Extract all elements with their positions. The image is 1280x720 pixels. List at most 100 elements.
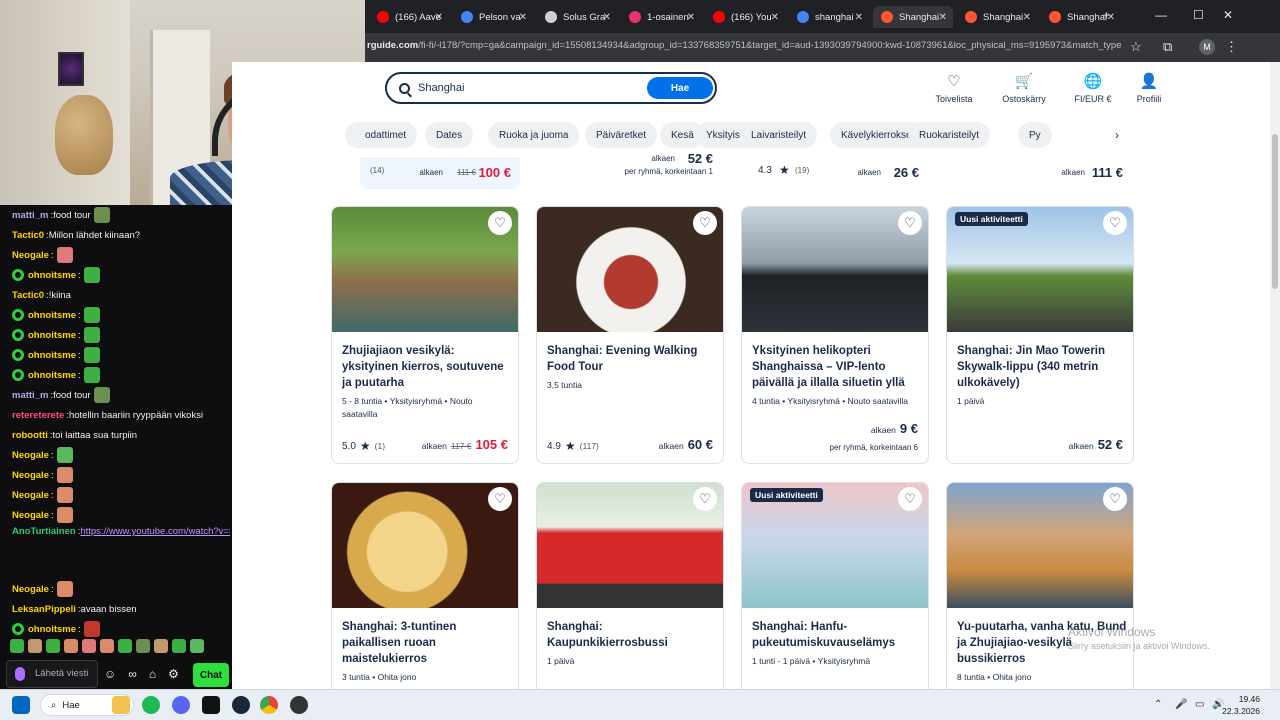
microphone-icon[interactable]: 🎤 <box>1175 699 1187 710</box>
search-button[interactable]: Hae <box>647 77 713 99</box>
emote-icon[interactable] <box>136 639 150 653</box>
nav-cart[interactable]: 🛒 Ostoskärry <box>995 74 1053 105</box>
taskbar-clock[interactable]: 19.46 22.3.2026 <box>1222 693 1260 717</box>
browser-tab[interactable]: shanghai ✕ <box>789 6 869 28</box>
activity-title[interactable]: Zhujiajiaon vesikylä: yksityinen kierros… <box>342 343 512 391</box>
chat-username[interactable]: ohnoitsme <box>28 350 76 361</box>
emote-bar[interactable] <box>10 639 204 653</box>
emote-icon[interactable] <box>46 639 60 653</box>
chat-input[interactable]: Lähetä viesti <box>6 660 98 688</box>
activity-card[interactable]: ♡ Yksityinen helikopteri Shanghaissa – VI… <box>741 206 929 464</box>
activity-card[interactable]: ♡ Shanghai: Kaupunkikierrosbussi 1 päivä <box>536 482 724 689</box>
chip-8[interactable]: Ruokaristeilyt <box>908 122 991 148</box>
wishlist-heart-icon[interactable]: ♡ <box>1103 211 1127 235</box>
emote-icon[interactable] <box>190 639 204 653</box>
chat-username[interactable]: ohnoitsme <box>28 370 76 381</box>
nav-profile[interactable]: 👤 Profiili <box>1120 74 1178 105</box>
url-text[interactable]: rguide.com/fi-fi/-l178/?cmp=ga&campaign_… <box>367 40 1122 51</box>
chips-next-arrow-icon[interactable]: › <box>1107 125 1127 145</box>
chat-username[interactable]: robootti <box>12 430 48 441</box>
tab-close-icon[interactable]: ✕ <box>1023 12 1031 23</box>
file-explorer-icon[interactable] <box>112 696 130 714</box>
chip-9[interactable]: Py <box>1018 122 1052 148</box>
chat-username[interactable]: Tactic0 <box>12 290 44 301</box>
chat-username[interactable]: Neogale <box>12 510 49 521</box>
chat-username[interactable]: AnoTurtiainen <box>12 525 76 538</box>
activity-title[interactable]: Shanghai: Hanfu-pukeutumiskuvauselämys <box>752 619 922 651</box>
wishlist-heart-icon[interactable]: ♡ <box>693 487 717 511</box>
browser-profile-avatar[interactable]: M <box>1199 39 1215 55</box>
page-scrollbar[interactable] <box>1270 62 1280 689</box>
browser-tab[interactable]: Pelson va ✕ <box>453 6 533 28</box>
extensions-puzzle-icon[interactable]: ⧉ <box>1163 39 1172 55</box>
steam-icon[interactable] <box>232 696 250 714</box>
activity-title[interactable]: Shanghai: Evening Walking Food Tour <box>547 343 717 375</box>
tab-close-icon[interactable]: ✕ <box>939 12 947 23</box>
chat-username[interactable]: matti_m <box>12 210 48 221</box>
emote-icon[interactable] <box>64 639 78 653</box>
nav-heart[interactable]: ♡ Toivelista <box>925 74 983 105</box>
browser-tab[interactable]: Shanghai ✕ <box>957 6 1037 28</box>
activity-card[interactable]: ♡ Yu-puutarha, vanha katu, Bund ja Zhujia… <box>946 482 1134 689</box>
discord-icon[interactable] <box>172 696 190 714</box>
wishlist-heart-icon[interactable]: ♡ <box>693 211 717 235</box>
tab-close-icon[interactable]: ✕ <box>435 12 443 23</box>
bookmark-star-icon[interactable]: ☆ <box>1130 39 1142 55</box>
new-tab-plus-icon[interactable]: + <box>1103 8 1110 22</box>
chat-username[interactable]: Neogale <box>12 450 49 461</box>
activity-title[interactable]: Shanghai: Kaupunkikierrosbussi <box>547 619 717 651</box>
emote-icon[interactable] <box>82 639 96 653</box>
youtube-link[interactable]: https://www.youtube.com/watch? <box>80 525 218 538</box>
chat-username[interactable]: ohnoitsme <box>28 270 76 281</box>
chip-0[interactable]: odattimet <box>345 122 418 148</box>
chat-username[interactable]: Neogale <box>12 490 49 501</box>
emote-picker-icon[interactable]: ☺ <box>104 667 116 681</box>
chat-username[interactable]: ohnoitsme <box>28 624 76 635</box>
chat-send-button[interactable]: Chat <box>193 663 229 687</box>
wishlist-heart-icon[interactable]: ♡ <box>898 211 922 235</box>
activity-title[interactable]: Shanghai: 3-tuntinen paikallisen ruoan m… <box>342 619 512 667</box>
youtube-link-cont[interactable]: v=FmTFk_UWBaE <box>219 525 230 538</box>
minimize-icon[interactable]: — <box>1155 8 1167 22</box>
activity-card[interactable]: ♡ Uusi aktiviteetti Shanghai: Jin Mao Towe… <box>946 206 1134 464</box>
close-window-icon[interactable]: ✕ <box>1223 8 1233 22</box>
activity-card[interactable]: ♡ Uusi aktiviteetti Shanghai: Hanfu-pukeut… <box>741 482 929 689</box>
network-icon[interactable]: ▭ <box>1195 699 1204 710</box>
activity-card[interactable]: ♡ Zhujiajiaon vesikylä: yksityinen kierro… <box>331 206 519 464</box>
settings-gear-icon[interactable]: ⚙ <box>168 667 179 681</box>
wishlist-heart-icon[interactable]: ♡ <box>898 487 922 511</box>
browser-menu-icon[interactable]: ⋮ <box>1225 39 1238 55</box>
emote-icon[interactable] <box>118 639 132 653</box>
tab-close-icon[interactable]: ✕ <box>519 12 527 23</box>
chip-3[interactable]: Päiväretket <box>585 122 658 148</box>
wishlist-heart-icon[interactable]: ♡ <box>488 487 512 511</box>
obs-icon[interactable] <box>290 696 308 714</box>
spotify-icon[interactable] <box>142 696 160 714</box>
tab-close-icon[interactable]: ✕ <box>855 12 863 23</box>
chat-username[interactable]: ohnoitsme <box>28 330 76 341</box>
emote-icon[interactable] <box>154 639 168 653</box>
browser-tab[interactable]: 1-osainen ✕ <box>621 6 701 28</box>
chat-username[interactable]: Tactic0 <box>12 230 44 241</box>
emote-icon[interactable] <box>100 639 114 653</box>
chat-username[interactable]: ohnoitsme <box>28 310 76 321</box>
tab-close-icon[interactable]: ✕ <box>603 12 611 23</box>
wishlist-heart-icon[interactable]: ♡ <box>1103 487 1127 511</box>
activity-card[interactable]: ♡ Shanghai: 3-tuntinen paikallisen ruoan … <box>331 482 519 689</box>
activity-title[interactable]: Shanghai: Jin Mao Towerin Skywalk-lippu … <box>957 343 1127 391</box>
chip-2[interactable]: Ruoka ja juoma <box>488 122 580 148</box>
address-bar[interactable]: rguide.com/fi-fi/-l178/?cmp=ga&campaign_… <box>365 33 1280 62</box>
emote-icon[interactable] <box>28 639 42 653</box>
bits-icon[interactable]: ∞ <box>128 667 137 681</box>
search-input[interactable]: Shanghai Hae <box>385 72 717 104</box>
activity-card[interactable]: ♡ Shanghai: Evening Walking Food Tour 3,5 … <box>536 206 724 464</box>
chat-username[interactable]: Neogale <box>12 250 49 261</box>
browser-tab[interactable]: (166) Aave ✕ <box>369 6 449 28</box>
chat-username[interactable]: Neogale <box>12 470 49 481</box>
emote-icon[interactable] <box>10 639 24 653</box>
browser-tab[interactable]: Shanghai ✕ <box>873 6 953 28</box>
activity-title[interactable]: Yksityinen helikopteri Shanghaissa – VIP… <box>752 343 922 391</box>
tray-chevron-icon[interactable]: ⌃ <box>1154 699 1162 710</box>
browser-tab[interactable]: (166) You ✕ <box>705 6 785 28</box>
browser-tab[interactable]: Solus Gra ✕ <box>537 6 617 28</box>
